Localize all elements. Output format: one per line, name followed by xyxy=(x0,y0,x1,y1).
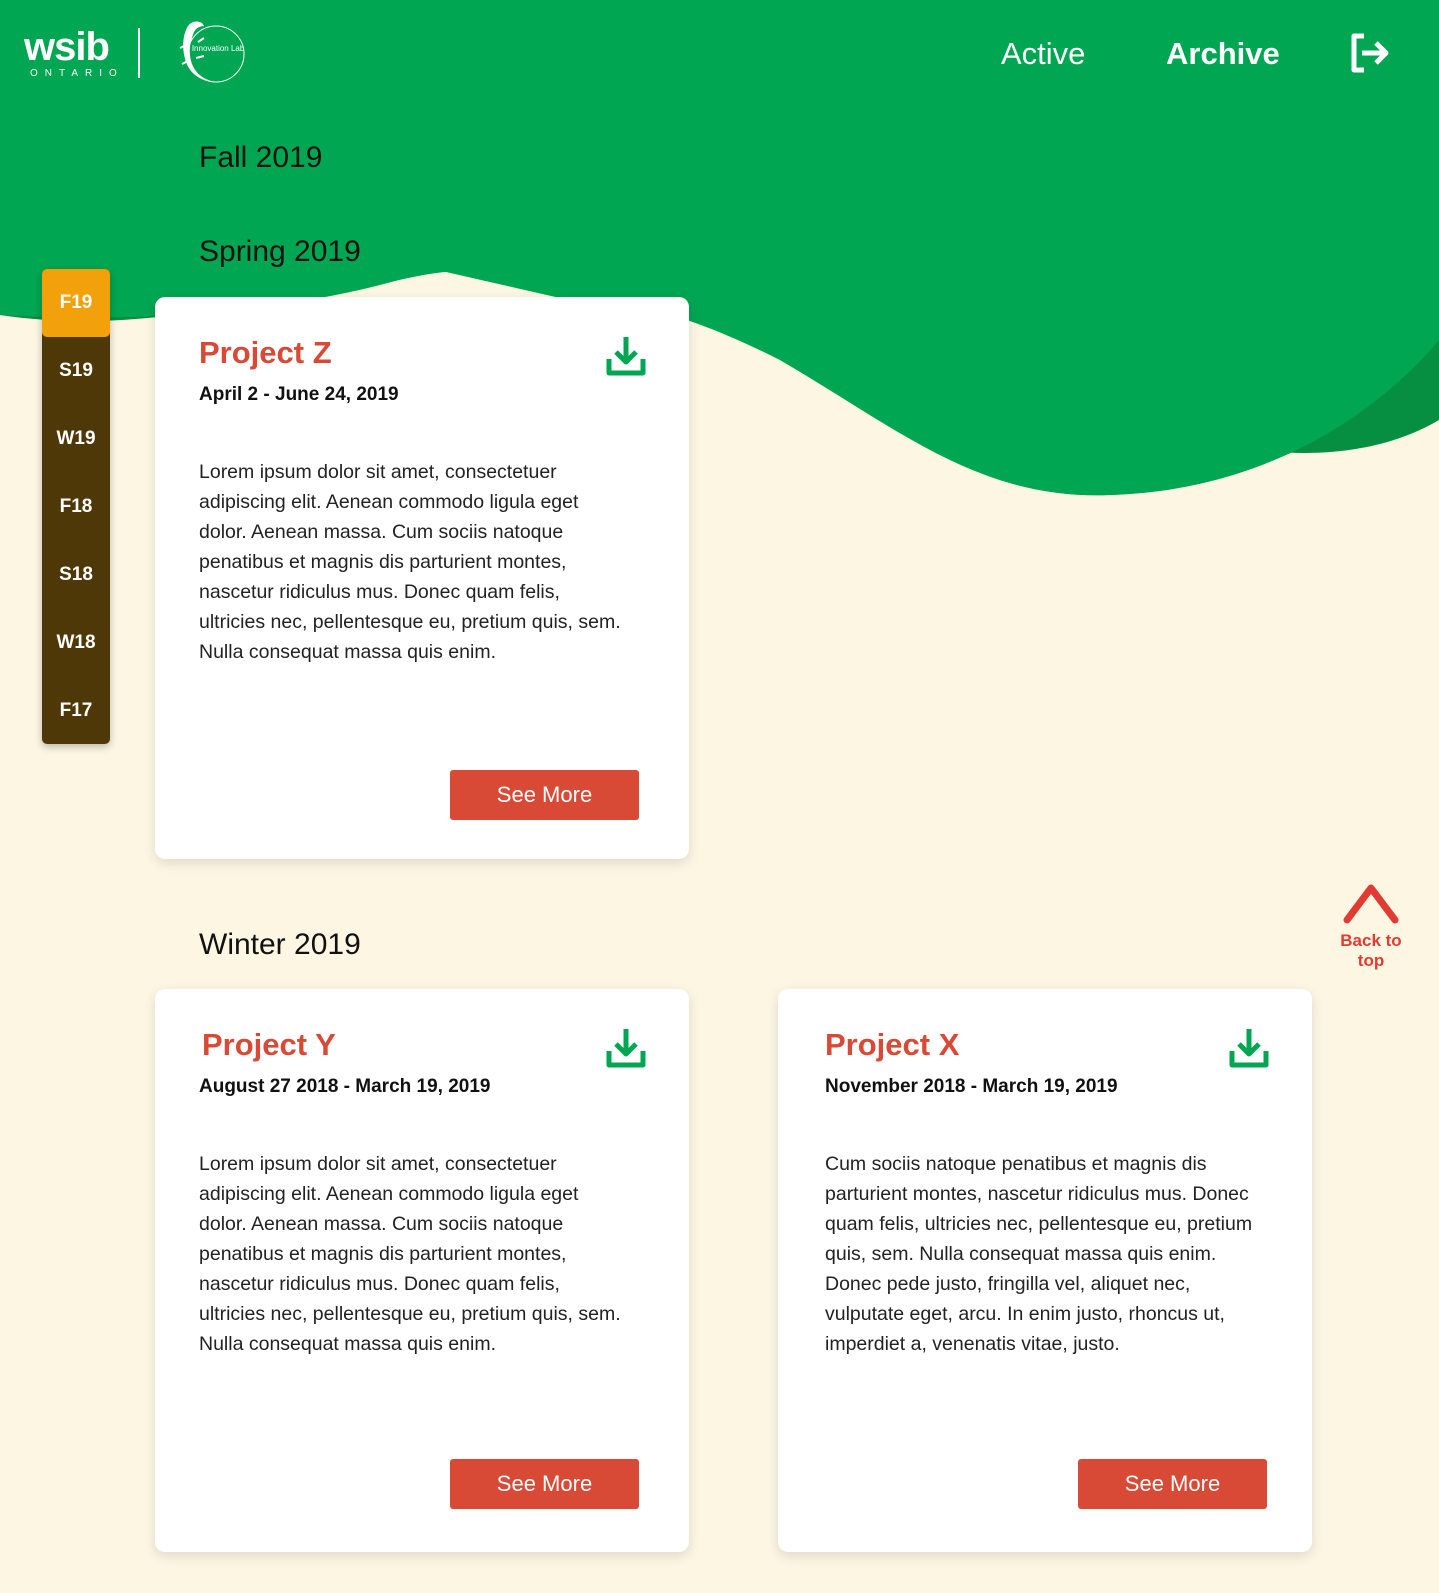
download-icon[interactable] xyxy=(605,335,647,377)
card-date: April 2 - June 24, 2019 xyxy=(199,384,399,405)
card-date: November 2018 - March 19, 2019 xyxy=(825,1076,1118,1097)
see-more-button[interactable]: See More xyxy=(1078,1459,1267,1509)
card-description: Lorem ipsum dolor sit amet, consectetuer… xyxy=(199,1153,621,1355)
project-card-z: Project Z April 2 - June 24, 2019 Lorem … xyxy=(155,297,689,859)
logo-divider xyxy=(137,28,140,78)
brand-logo[interactable]: wsib ONTARIO Innovation Lab xyxy=(24,18,248,88)
chevron-up-icon xyxy=(1343,884,1399,924)
card-title: Project X xyxy=(825,1027,960,1062)
sidebar-item-f19[interactable]: F19 xyxy=(42,269,110,337)
card-title: Project Z xyxy=(199,335,332,370)
sidebar-item-f18[interactable]: F18 xyxy=(42,473,110,541)
nav-archive-link[interactable]: Archive xyxy=(1166,36,1280,72)
top-header: wsib ONTARIO Innovation Lab Active Archi… xyxy=(0,0,1439,110)
card-title: Project Y xyxy=(202,1027,336,1062)
lab-name: Innovation Lab xyxy=(191,44,245,53)
logo-wsib-text: wsib xyxy=(24,25,110,69)
download-icon[interactable] xyxy=(1228,1027,1270,1069)
section-title-spring-2019[interactable]: Spring 2019 xyxy=(199,235,361,269)
card-description: Lorem ipsum dolor sit amet, consectetuer… xyxy=(199,461,621,663)
back-to-top-button[interactable]: Back to top xyxy=(1336,878,1406,971)
back-to-top-label-line2: top xyxy=(1357,951,1385,970)
section-title-fall-2019[interactable]: Fall 2019 xyxy=(199,141,322,175)
see-more-button[interactable]: See More xyxy=(450,770,639,820)
sidebar-item-w18[interactable]: W18 xyxy=(42,609,110,677)
sidebar-item-s18[interactable]: S18 xyxy=(42,541,110,609)
logo-ontario-text: ONTARIO xyxy=(30,68,124,79)
download-icon[interactable] xyxy=(605,1027,647,1069)
wsib-logo: wsib ONTARIO xyxy=(24,27,124,79)
innovation-lab-logo: Innovation Lab xyxy=(158,18,248,88)
card-date: August 27 2018 - March 19, 2019 xyxy=(199,1076,491,1097)
see-more-button[interactable]: See More xyxy=(450,1459,639,1509)
section-title-winter-2019: Winter 2019 xyxy=(199,928,361,961)
project-card-y: Project Y August 27 2018 - March 19, 201… xyxy=(155,989,689,1552)
sidebar-item-f17[interactable]: F17 xyxy=(42,677,110,745)
back-to-top-label-line1: Back to xyxy=(1340,931,1402,950)
sidebar-item-s19[interactable]: S19 xyxy=(42,337,110,405)
card-description: Cum sociis natoque penatibus et magnis d… xyxy=(825,1153,1253,1355)
term-sidebar: F19 S19 W19 F18 S18 W18 F17 xyxy=(42,269,110,744)
sidebar-item-w19[interactable]: W19 xyxy=(42,405,110,473)
project-card-x: Project X November 2018 - March 19, 2019… xyxy=(778,989,1312,1552)
nav-active-link[interactable]: Active xyxy=(1001,36,1085,72)
logout-icon[interactable] xyxy=(1348,30,1394,76)
lizard-icon xyxy=(179,21,245,83)
